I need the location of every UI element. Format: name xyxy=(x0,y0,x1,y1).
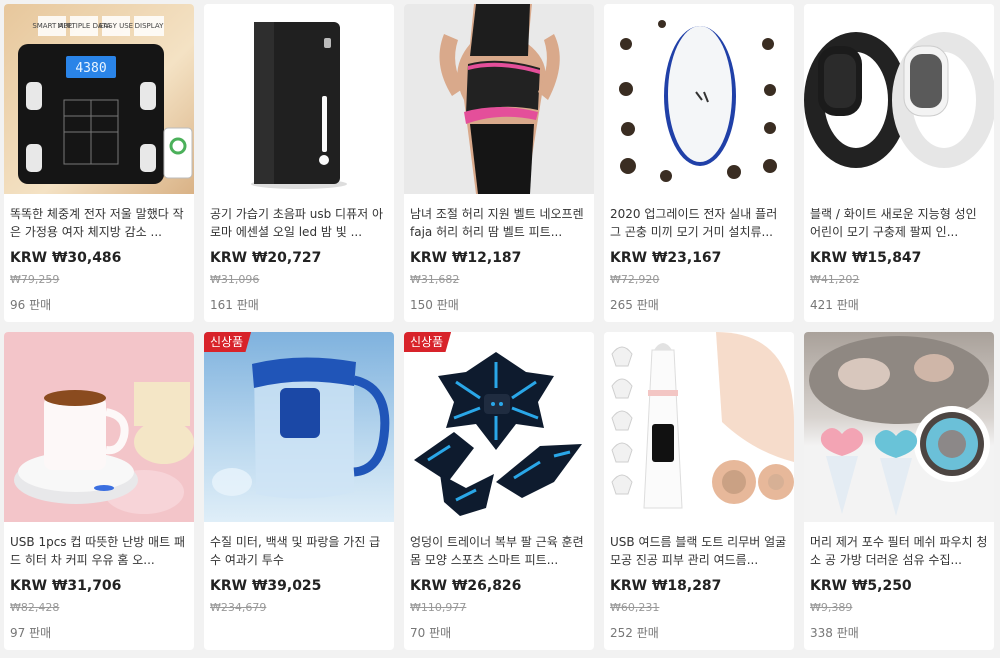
cup-warmer-illustration xyxy=(14,382,194,514)
product-price: KRW ₩23,167 xyxy=(610,250,722,266)
product-price: KRW ₩39,025 xyxy=(210,578,322,594)
product-card[interactable]: USB 1pcs 컵 따뜻한 난방 매트 패드 히터 차 커피 우유 홈 오..… xyxy=(4,332,194,650)
original-price: ₩82,428 xyxy=(10,601,60,614)
scale-illustration: SMART APP MULTIPLE DATA EASY USE DISPLAY… xyxy=(18,16,193,184)
sold-count: 265 판매 xyxy=(610,298,659,312)
ems-trainer-illustration xyxy=(414,352,582,516)
product-title[interactable]: USB 1pcs 컵 따뜻한 난방 매트 패드 히터 차 커피 우유 홈 오..… xyxy=(10,533,188,569)
product-title[interactable]: 똑똑한 체중계 전자 저울 말했다 작은 가정용 여자 체지방 감소 ... xyxy=(10,205,188,241)
new-badge: 신상품 xyxy=(204,332,252,352)
product-price: KRW ₩26,826 xyxy=(410,578,522,594)
product-title[interactable]: 머리 제거 포수 필터 메쉬 파우치 청소 공 가방 더러운 섬유 수집... xyxy=(810,533,988,569)
product-image[interactable] xyxy=(804,4,994,194)
product-title[interactable]: 2020 업그레이드 전자 실내 플러그 곤충 미끼 모기 거미 설치류... xyxy=(610,205,788,241)
original-price: ₩31,096 xyxy=(210,273,260,286)
product-card[interactable]: 신상품 수질 미터, 백색 및 파랑을 가진 급수 여과기 투수 KRW ₩39… xyxy=(204,332,394,650)
sold-count: 421 판매 xyxy=(810,298,859,312)
waist-belt-illustration xyxy=(439,4,560,194)
sold-count: 70 판매 xyxy=(410,626,452,640)
new-badge: 신상품 xyxy=(404,332,452,352)
pore-vacuum-illustration xyxy=(611,332,794,509)
product-image[interactable]: 신상품 xyxy=(204,332,394,522)
product-image[interactable]: SMART APP MULTIPLE DATA EASY USE DISPLAY… xyxy=(4,4,194,194)
product-price: KRW ₩15,847 xyxy=(810,250,922,266)
product-price: KRW ₩30,486 xyxy=(10,250,122,266)
product-title[interactable]: 엉덩이 트레이너 복부 팔 근육 훈련 몸 모양 스포츠 스마트 피트... xyxy=(410,533,588,569)
product-title[interactable]: 수질 미터, 백색 및 파랑을 가진 급수 여과기 투수 xyxy=(210,533,388,569)
product-price: KRW ₩18,287 xyxy=(610,578,722,594)
original-price: ₩31,682 xyxy=(410,273,460,286)
product-card[interactable]: 남녀 조절 허리 지원 벨트 네오프렌 faja 허리 허리 땀 벨트 피트..… xyxy=(404,4,594,322)
original-price: ₩60,231 xyxy=(610,601,660,614)
product-title[interactable]: USB 여드름 블랙 도트 리무버 얼굴 모공 진공 피부 관리 여드름... xyxy=(610,533,788,569)
product-image[interactable] xyxy=(4,332,194,522)
product-card[interactable]: 공기 가습기 초음파 usb 디퓨저 아로마 에센셜 오일 led 밤 빛 ..… xyxy=(204,4,394,322)
original-price: ₩79,259 xyxy=(10,273,60,286)
product-card[interactable]: 2020 업그레이드 전자 실내 플러그 곤충 미끼 모기 거미 설치류... … xyxy=(604,4,794,322)
sold-count: 96 판매 xyxy=(10,298,52,312)
product-image[interactable] xyxy=(404,4,594,194)
pitcher-illustration xyxy=(212,357,390,499)
scale-label-3: DISPLAY xyxy=(135,22,164,30)
product-price: KRW ₩12,187 xyxy=(410,250,522,266)
pest-repeller-illustration xyxy=(619,20,777,182)
lint-catcher-illustration xyxy=(809,336,990,516)
product-price: KRW ₩31,706 xyxy=(10,578,122,594)
sold-count: 150 판매 xyxy=(410,298,459,312)
sold-count: 97 판매 xyxy=(10,626,52,640)
product-card[interactable]: 머리 제거 포수 필터 메쉬 파우치 청소 공 가방 더러운 섬유 수집... … xyxy=(804,332,994,650)
scale-label-2: EASY USE xyxy=(99,22,133,30)
product-price: KRW ₩5,250 xyxy=(810,578,912,594)
original-price: ₩9,389 xyxy=(810,601,853,614)
original-price: ₩234,679 xyxy=(210,601,267,614)
bracelet-illustration xyxy=(804,32,994,168)
product-title[interactable]: 남녀 조절 허리 지원 벨트 네오프렌 faja 허리 허리 땀 벨트 피트..… xyxy=(410,205,588,241)
product-card[interactable]: 신상품 엉덩이 트레이너 복부 팔 근육 훈련 몸 모양 스포츠 스마트 피트.… xyxy=(404,332,594,650)
sold-count: 161 판매 xyxy=(210,298,259,312)
original-price: ₩110,977 xyxy=(410,601,467,614)
original-price: ₩41,202 xyxy=(810,273,860,286)
product-image[interactable] xyxy=(604,4,794,194)
product-title[interactable]: 공기 가습기 초음파 usb 디퓨저 아로마 에센셜 오일 led 밤 빛 ..… xyxy=(210,205,388,241)
product-image[interactable] xyxy=(604,332,794,522)
humidifier-illustration xyxy=(251,22,347,189)
product-grid: SMART APP MULTIPLE DATA EASY USE DISPLAY… xyxy=(0,0,1000,658)
sold-count: 338 판매 xyxy=(810,626,859,640)
scale-reading: 4380 xyxy=(75,61,106,76)
product-image[interactable] xyxy=(204,4,394,194)
original-price: ₩72,920 xyxy=(610,273,660,286)
product-card[interactable]: USB 여드름 블랙 도트 리무버 얼굴 모공 진공 피부 관리 여드름... … xyxy=(604,332,794,650)
product-card[interactable]: SMART APP MULTIPLE DATA EASY USE DISPLAY… xyxy=(4,4,194,322)
product-price: KRW ₩20,727 xyxy=(210,250,322,266)
product-image[interactable] xyxy=(804,332,994,522)
sold-count: 252 판매 xyxy=(610,626,659,640)
product-title[interactable]: 블랙 / 화이트 새로운 지능형 성인 어린이 모기 구충제 팔찌 인... xyxy=(810,205,988,241)
product-image[interactable]: 신상품 xyxy=(404,332,594,522)
product-card[interactable]: 블랙 / 화이트 새로운 지능형 성인 어린이 모기 구충제 팔찌 인... K… xyxy=(804,4,994,322)
